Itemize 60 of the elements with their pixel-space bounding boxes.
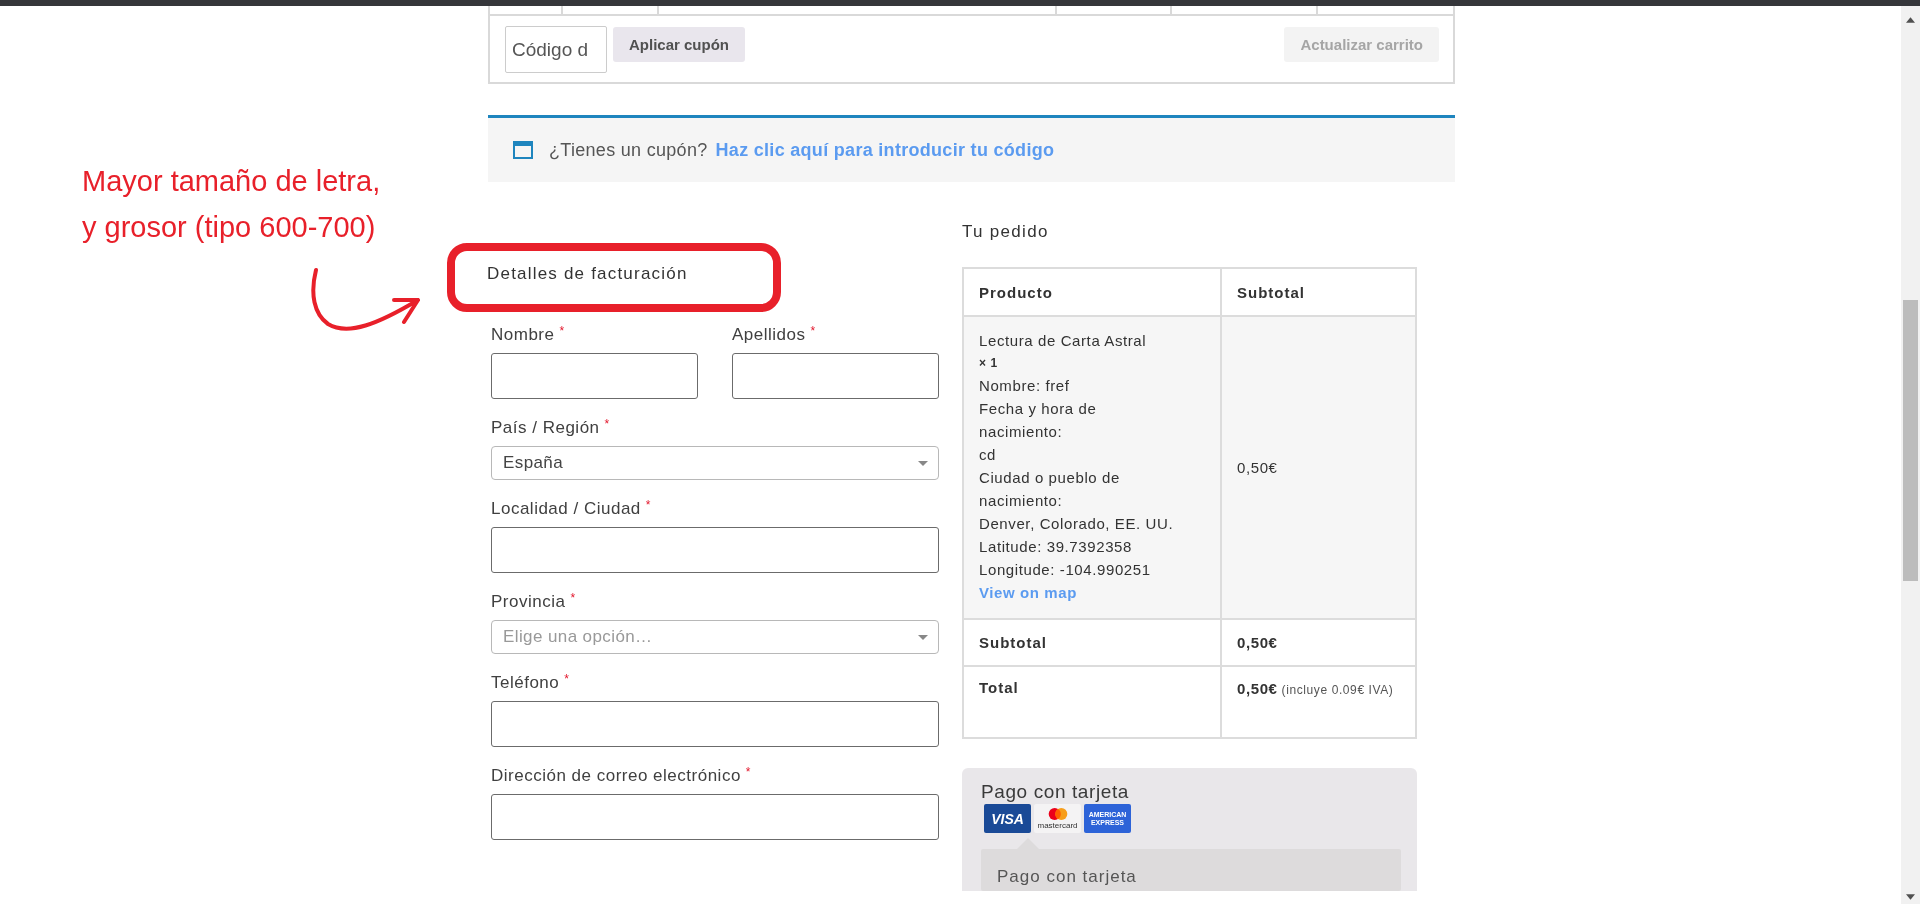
- product-detail: nacimiento:: [979, 491, 1064, 511]
- field-label: Teléfono: [491, 673, 560, 692]
- section-heading: Tu pedido: [962, 222, 1050, 243]
- notice-text: ¿Tienes un cupón?: [549, 139, 708, 161]
- product-detail: cd: [979, 445, 998, 465]
- scroll-up-icon[interactable]: [1906, 17, 1915, 23]
- product-name: Lectura de Carta Astral: [979, 331, 1148, 351]
- required-mark: *: [604, 417, 610, 431]
- column-header: Subtotal: [1221, 268, 1416, 316]
- field-label: Localidad / Ciudad: [491, 499, 641, 518]
- required-mark: *: [810, 324, 816, 338]
- field-label: Provincia: [491, 592, 566, 611]
- scrollbar-thumb[interactable]: [1903, 300, 1918, 581]
- required-mark: *: [570, 591, 576, 605]
- mastercard-icon: mastercard: [1034, 804, 1081, 833]
- column-header: Producto: [963, 268, 1221, 316]
- product-detail: nacimiento:: [979, 422, 1064, 442]
- field-label: Nombre: [491, 325, 555, 344]
- scroll-down-icon[interactable]: [1906, 894, 1915, 900]
- field-label: Dirección de correo electrónico: [491, 766, 741, 785]
- required-mark: *: [559, 324, 565, 338]
- apply-coupon-button[interactable]: Aplicar cupón: [613, 27, 745, 62]
- dropdown[interactable]: España: [491, 446, 939, 480]
- map-link[interactable]: View on map: [979, 581, 1205, 604]
- product-quantity: × 1: [979, 355, 999, 372]
- field-label: País / Región: [491, 418, 600, 437]
- section-heading: Detalles de facturación: [487, 264, 689, 285]
- text-input[interactable]: [732, 353, 939, 399]
- product-detail: Denver, Colorado, EE. UU.: [979, 514, 1175, 534]
- text-input[interactable]: [491, 794, 939, 840]
- table-cell: Subtotal: [963, 619, 1221, 666]
- payment-description: Pago con tarjeta: [997, 867, 1138, 887]
- product-detail: Fecha y hora de: [979, 399, 1098, 419]
- table-cell: 0,50€: [1221, 619, 1416, 666]
- product-detail: Longitude: -104.990251: [979, 560, 1152, 580]
- caret-icon: [918, 634, 928, 640]
- text-input[interactable]: [491, 701, 939, 747]
- text-input[interactable]: [491, 527, 939, 573]
- product-detail: Nombre: fref: [979, 376, 1071, 396]
- field-label: Apellidos: [732, 325, 806, 344]
- coupon-field[interactable]: Código d: [505, 26, 607, 73]
- table-cell: 0,50€: [1221, 316, 1416, 619]
- visa-card-icon: VISA: [984, 804, 1031, 833]
- payment-method-label[interactable]: Pago con tarjeta: [981, 782, 1401, 802]
- scrollbar[interactable]: [1901, 6, 1920, 904]
- browser-window-icon: [513, 141, 533, 159]
- required-mark: *: [645, 498, 651, 512]
- text-input[interactable]: [491, 353, 698, 399]
- dropdown[interactable]: Elige una opción…: [491, 620, 939, 654]
- annotation-text: y grosor (tipo 600-700): [82, 210, 377, 245]
- annotation-text: Mayor tamaño de letra,: [82, 164, 381, 199]
- product-detail: Latitude: 39.7392358: [979, 537, 1133, 557]
- table-cell: Total: [963, 666, 1221, 738]
- product-detail: Ciudad o pueblo de: [979, 468, 1121, 488]
- coupon-link[interactable]: Haz clic aquí para introducir tu código: [715, 139, 1055, 161]
- caret-icon: [918, 460, 928, 466]
- tax-note: (incluye 0.09€ IVA): [1281, 683, 1394, 697]
- required-mark: *: [564, 672, 570, 686]
- total-amount: 0,50€: [1237, 680, 1278, 697]
- required-mark: *: [745, 765, 751, 779]
